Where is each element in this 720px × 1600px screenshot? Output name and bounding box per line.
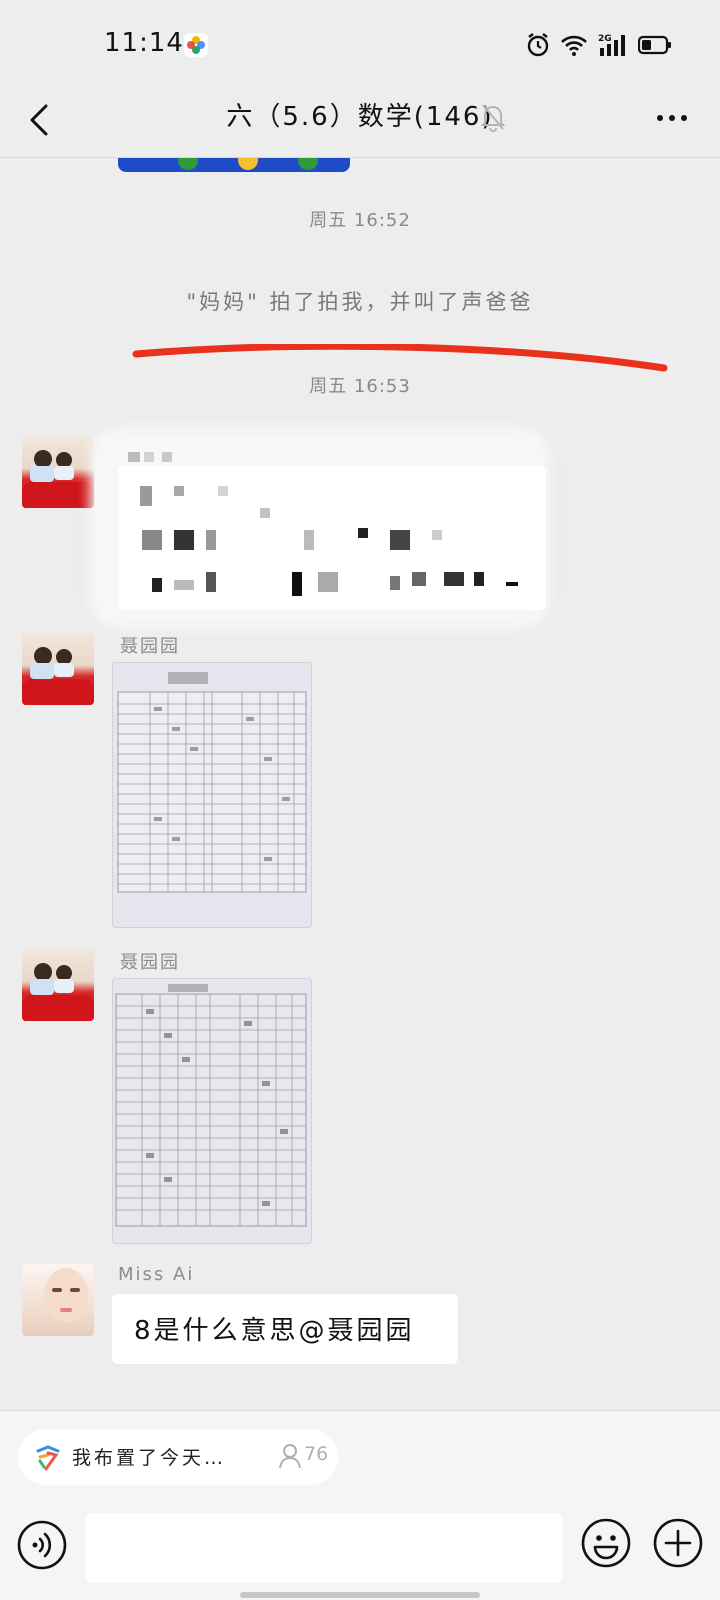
bell-muted-icon [480,102,506,132]
status-time: 11:14 [104,28,184,58]
chat-header: 六（5.6）数学(146) [0,88,720,158]
worksheet-photo[interactable] [112,978,312,1244]
task-app-icon [34,1443,62,1471]
status-bar: 11:14 2G [0,0,720,88]
system-message-pat: "妈妈" 拍了拍我，并叫了声爸爸 [186,290,534,314]
avatar[interactable] [22,1264,94,1336]
sender-name: 聂园园 [120,636,180,657]
message-input[interactable] [86,1513,562,1583]
alarm-icon [526,32,550,58]
message-bubble[interactable]: 8是什么意思@聂园园 [112,1294,458,1364]
signal-icon: 2G [598,32,628,58]
timestamp: 周五 16:53 [309,376,411,397]
message-text: 8是什么意思@聂园园 [134,1316,415,1346]
more-dots-icon[interactable] [654,108,690,128]
wifi-icon [560,34,588,56]
sender-name: Miss Ai [118,1264,195,1285]
svg-text:2G: 2G [598,34,612,44]
avatar[interactable] [22,633,94,705]
plus-icon[interactable] [652,1517,704,1569]
chat-messages[interactable]: 周五 16:52 "妈妈" 拍了拍我，并叫了声爸爸 周五 16:53 聂园园 聂… [0,158,720,1410]
redacted-message-bubble[interactable] [118,452,546,610]
battery-icon [638,35,672,55]
emoji-icon[interactable] [580,1517,632,1569]
worksheet-photo[interactable] [112,662,312,928]
status-icons: 2G [526,30,672,60]
chat-title: 六（5.6）数学(146) [226,102,494,132]
task-chip[interactable]: 我布置了今天… 76 [18,1429,338,1485]
task-count: 76 [304,1443,329,1465]
sender-name: 聂园园 [120,952,180,973]
avatar[interactable] [22,436,94,508]
timestamp: 周五 16:52 [309,210,411,231]
person-icon [278,1443,302,1469]
input-area: 我布置了今天… 76 [0,1410,720,1600]
photos-app-icon [184,33,208,57]
voice-icon[interactable] [16,1519,68,1571]
home-indicator[interactable] [240,1592,480,1598]
avatar[interactable] [22,949,94,1021]
task-chip-text: 我布置了今天… [72,1447,227,1469]
previous-image-message[interactable] [118,158,350,172]
